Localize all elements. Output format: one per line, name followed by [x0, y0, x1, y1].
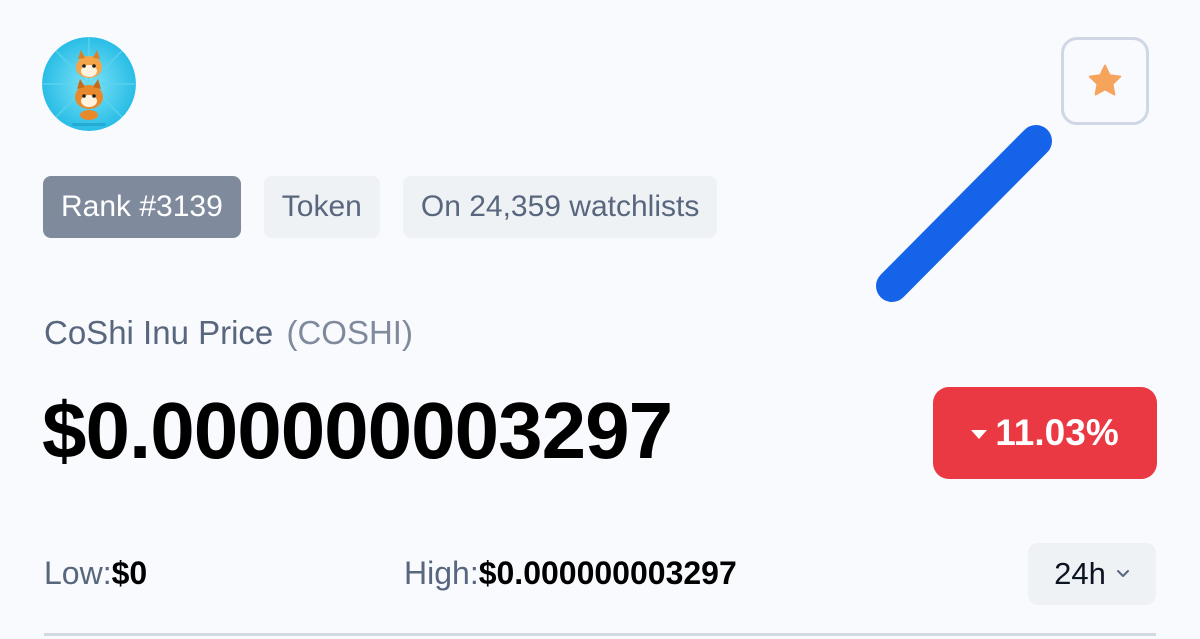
coin-name: CoShi Inu Price	[44, 314, 274, 351]
watchlists-count-tag: On 24,359 watchlists	[402, 176, 718, 238]
price-heading: CoShi Inu Price (COSHI)	[44, 314, 413, 352]
low-value: $0	[111, 555, 148, 591]
price-change-value: 11.03%	[995, 412, 1119, 453]
period-selector[interactable]: 24h	[1028, 543, 1156, 605]
low-price: Low:$0	[44, 555, 147, 592]
period-label: 24h	[1054, 556, 1106, 591]
current-price: $0.000000003297	[42, 386, 673, 475]
token-type-tag[interactable]: Token	[263, 176, 380, 238]
divider	[44, 633, 1156, 636]
coin-logo	[42, 37, 136, 131]
rank-badge: Rank #3139	[43, 176, 241, 238]
coin-symbol: (COSHI)	[286, 314, 413, 351]
high-label: High:	[404, 555, 479, 591]
shiba-inu-logo-icon	[42, 37, 136, 131]
add-to-watchlist-button[interactable]	[1061, 37, 1149, 125]
star-icon	[1088, 64, 1122, 96]
high-price: High:$0.000000003297	[404, 555, 737, 592]
chevron-down-icon	[1116, 570, 1129, 577]
caret-down-icon	[971, 429, 988, 439]
high-value: $0.000000003297	[478, 555, 737, 591]
low-label: Low:	[44, 555, 112, 591]
coin-tags: Rank #3139 Token On 24,359 watchlists	[43, 176, 718, 238]
price-change-badge: 11.03%	[933, 387, 1157, 479]
